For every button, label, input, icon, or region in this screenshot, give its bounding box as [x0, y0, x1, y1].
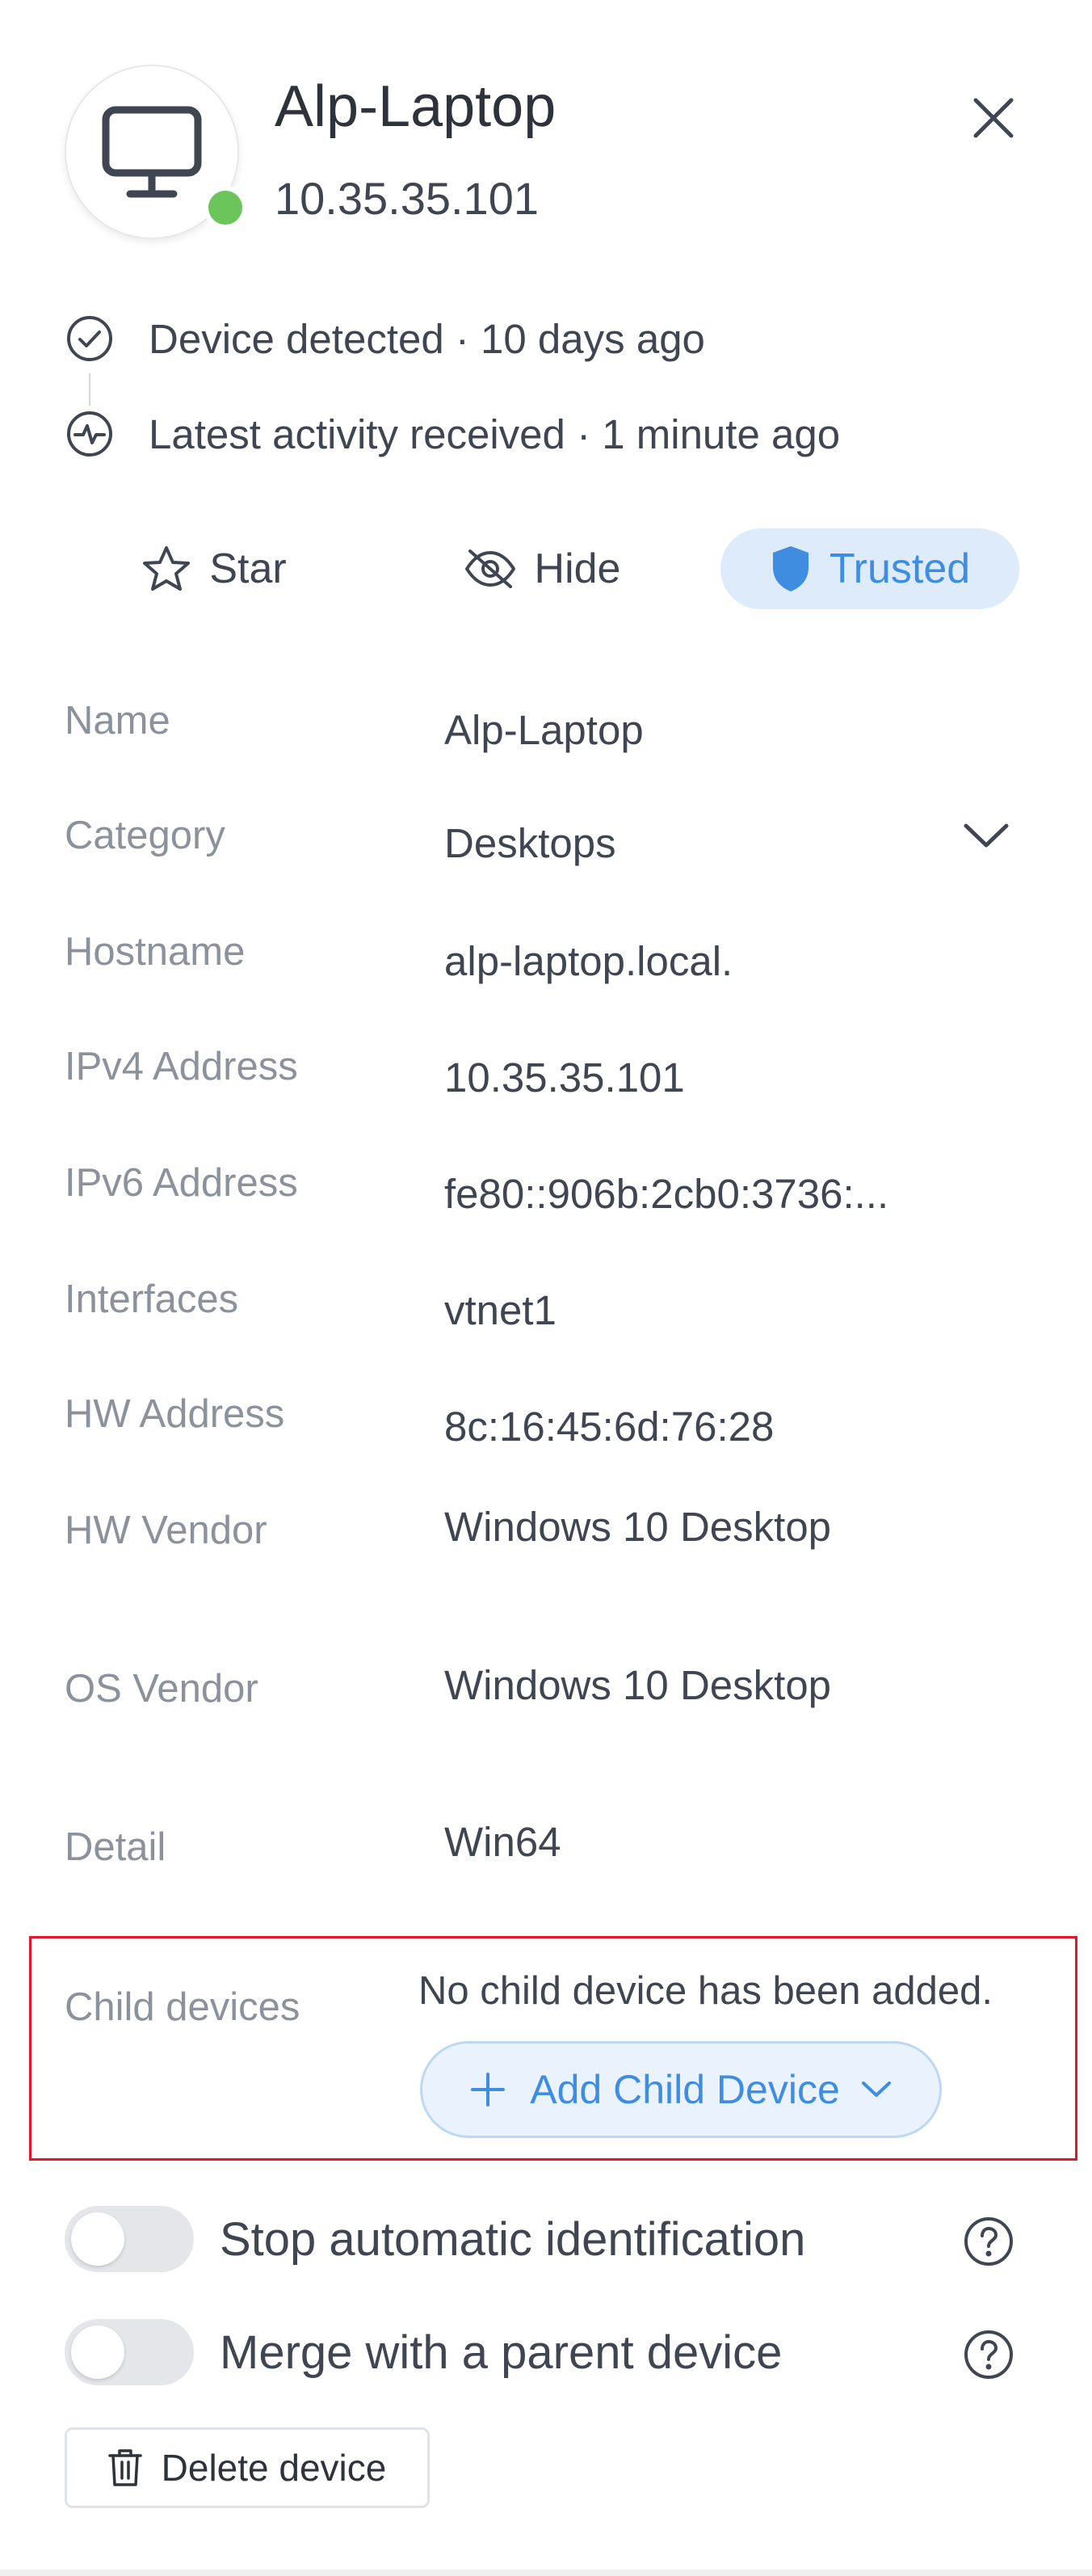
field-label-ipv4: IPv4 Address — [65, 1045, 298, 1088]
timeline-text: Latest activity received · 1 minute ago — [149, 410, 841, 457]
chevron-down-icon — [861, 2081, 891, 2097]
hide-button[interactable]: Hide — [449, 528, 635, 609]
monitor-icon — [102, 106, 202, 198]
shield-icon — [772, 546, 808, 591]
field-label-os-vendor: OS Vendor — [65, 1667, 258, 1711]
hide-label: Hide — [534, 545, 621, 592]
eye-off-icon — [464, 549, 515, 588]
category-select[interactable]: Desktops — [444, 819, 616, 867]
delete-device-button[interactable]: Delete device — [65, 2427, 430, 2508]
field-label-hw-address: HW Address — [65, 1392, 285, 1436]
child-devices-empty-text: No child device has been added. — [418, 1969, 993, 2013]
device-title: Alp-Laptop — [275, 74, 556, 139]
add-child-device-button[interactable]: Add Child Device — [420, 2041, 942, 2138]
field-value-hw-vendor: Windows 10 Desktop — [444, 1504, 832, 1550]
field-value-interfaces: vtnet1 — [444, 1287, 556, 1333]
field-label-hw-vendor: HW Vendor — [65, 1509, 267, 1552]
field-label-hostname: Hostname — [65, 930, 246, 974]
star-icon — [143, 546, 191, 591]
timeline-connector — [89, 373, 90, 406]
child-devices-label: Child devices — [65, 1985, 300, 2029]
merge-parent-toggle[interactable] — [65, 2319, 194, 2385]
check-circle-icon — [65, 314, 115, 364]
close-button[interactable] — [961, 86, 1026, 150]
close-icon — [973, 98, 1014, 138]
device-ip: 10.35.35.101 — [275, 173, 539, 224]
field-value-name[interactable]: Alp-Laptop — [444, 706, 644, 754]
activity-icon — [65, 409, 115, 459]
merge-parent-label: Merge with a parent device — [220, 2326, 783, 2379]
star-button[interactable]: Star — [121, 528, 307, 609]
field-value-hostname: alp-laptop.local. — [444, 938, 733, 984]
field-label-category: Category — [65, 814, 225, 857]
timeline-text: Device detected · 10 days ago — [149, 315, 705, 362]
stop-identification-label: Stop automatic identification — [220, 2213, 806, 2266]
field-value-ipv6: fe80::906b:2cb0:3736:... — [444, 1171, 889, 1217]
timeline-item-detected: Device detected · 10 days ago — [65, 314, 705, 364]
stop-identification-toggle[interactable] — [65, 2206, 194, 2272]
field-label-detail: Detail — [65, 1825, 166, 1869]
star-label: Star — [209, 545, 287, 592]
help-icon[interactable] — [963, 2329, 1014, 2380]
field-value-detail: Win64 — [444, 1819, 561, 1865]
field-label-name: Name — [65, 699, 170, 743]
help-icon[interactable] — [963, 2216, 1014, 2267]
toggle-knob — [71, 2326, 124, 2379]
timeline-item-activity: Latest activity received · 1 minute ago — [65, 409, 840, 459]
field-label-interfaces: Interfaces — [65, 1277, 239, 1321]
device-details-panel: Alp-Laptop 10.35.35.101 Device detected … — [0, 0, 1092, 2576]
online-status-dot — [204, 186, 247, 229]
field-value-os-vendor: Windows 10 Desktop — [444, 1662, 832, 1708]
trash-icon — [107, 2449, 142, 2486]
bottom-divider — [0, 2570, 1092, 2576]
field-value-hw-address: 8c:16:45:6d:76:28 — [444, 1404, 775, 1450]
add-child-device-label: Add Child Device — [530, 2067, 840, 2112]
delete-device-label: Delete device — [161, 2447, 387, 2489]
toggle-knob — [71, 2212, 124, 2266]
trusted-button[interactable]: Trusted — [720, 528, 1019, 609]
plus-icon — [471, 2073, 506, 2107]
field-label-ipv6: IPv6 Address — [65, 1161, 298, 1205]
trusted-label: Trusted — [829, 545, 971, 592]
field-value-ipv4: 10.35.35.101 — [444, 1054, 685, 1101]
chevron-down-icon[interactable] — [963, 823, 1010, 850]
